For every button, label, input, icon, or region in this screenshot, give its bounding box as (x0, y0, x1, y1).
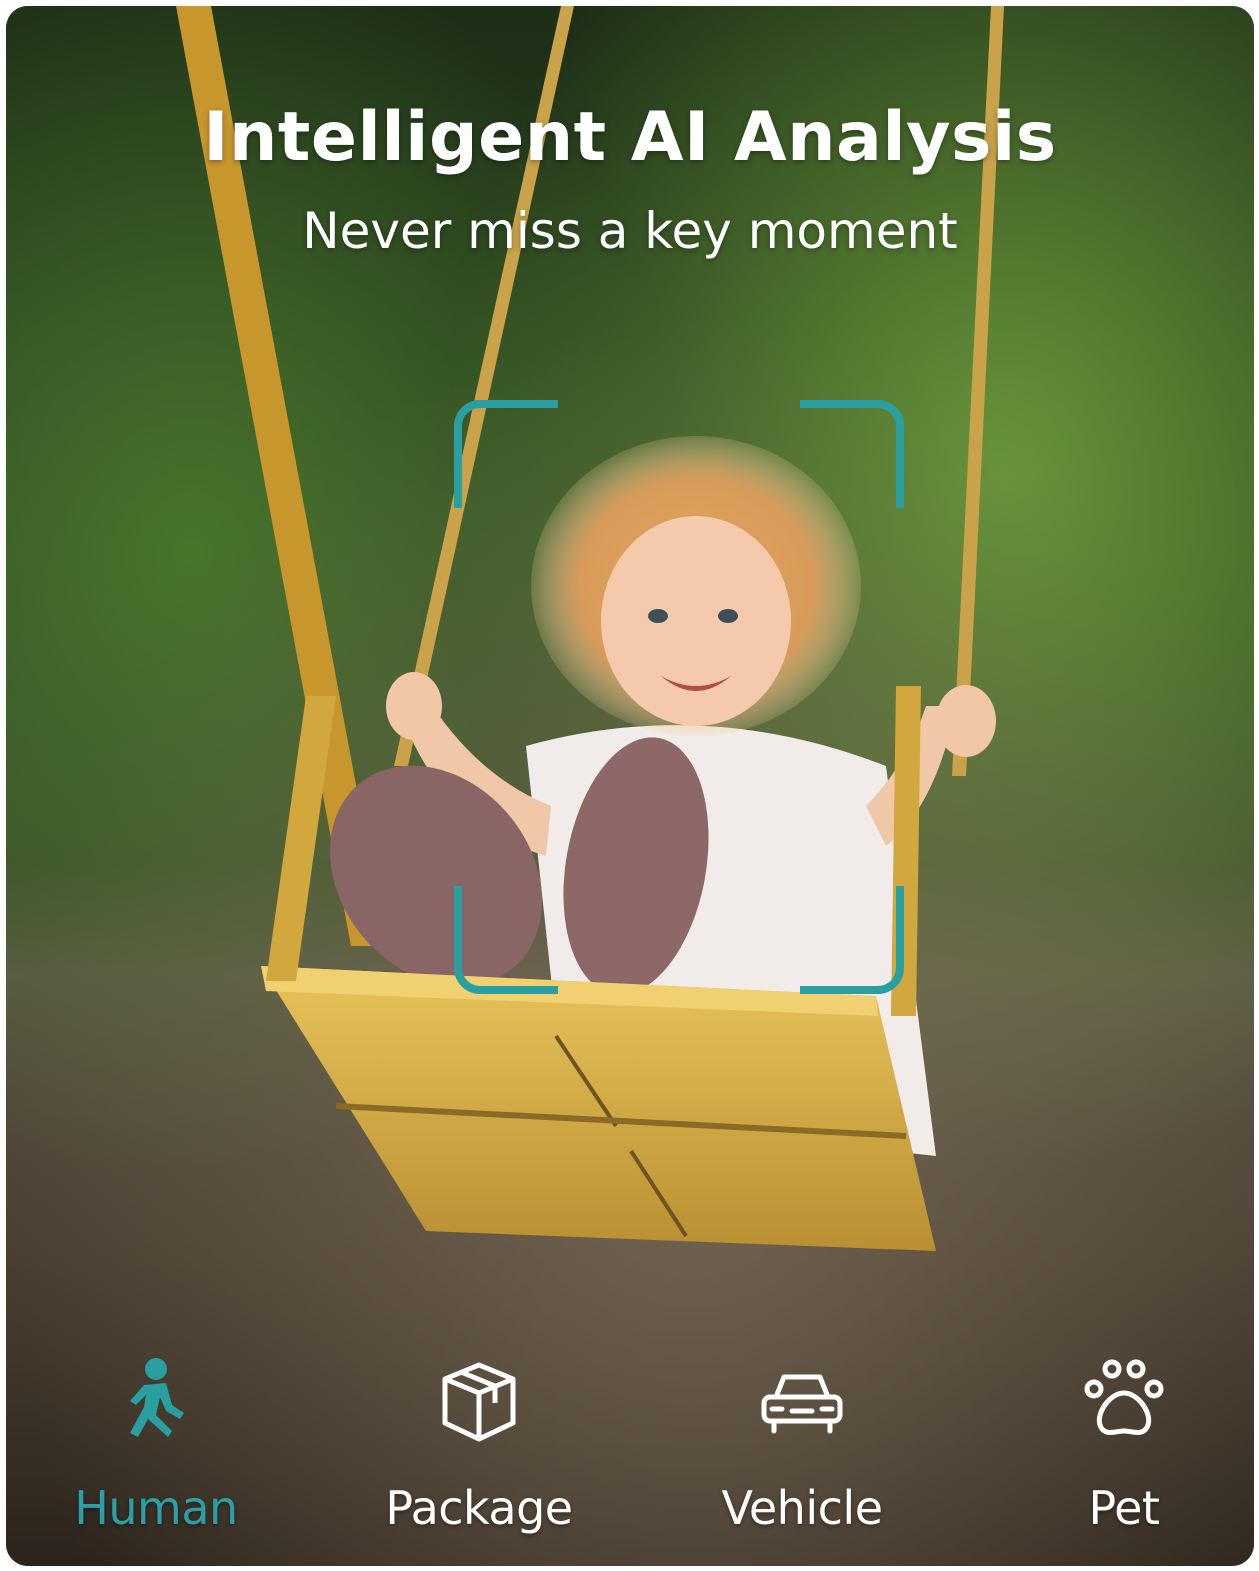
person-walking-icon (130, 1358, 184, 1437)
package-box-icon (442, 1362, 516, 1442)
icon-frame (732, 1331, 872, 1471)
feature-card: Intelligent AI Analysis Never miss a key… (6, 6, 1254, 1566)
frame-corner-bottom-left (454, 886, 558, 994)
frame-corner-bottom-right (800, 886, 904, 994)
car-icon (761, 1374, 843, 1434)
icon-frame (1054, 1331, 1194, 1471)
detection-label: Vehicle (721, 1481, 883, 1535)
icon-frame (409, 1331, 549, 1471)
detection-pet[interactable]: Pet (1024, 1331, 1224, 1541)
detection-label: Human (74, 1481, 238, 1535)
detection-package[interactable]: Package (379, 1331, 579, 1541)
detection-label: Package (385, 1481, 573, 1535)
frame-corner-top-left (454, 400, 558, 508)
page-subtitle: Never miss a key moment (302, 202, 958, 260)
detection-human[interactable]: Human (56, 1331, 256, 1541)
page-title: Intelligent AI Analysis (203, 98, 1057, 177)
icon-frame (86, 1331, 226, 1471)
detection-vehicle[interactable]: Vehicle (702, 1331, 902, 1541)
detection-label: Pet (1088, 1481, 1160, 1535)
face-detection-frame (454, 400, 904, 994)
frame-corner-top-right (800, 400, 904, 508)
paw-icon (1084, 1359, 1164, 1435)
detection-types: Human Package Vehicle Pet (6, 1331, 1254, 1541)
